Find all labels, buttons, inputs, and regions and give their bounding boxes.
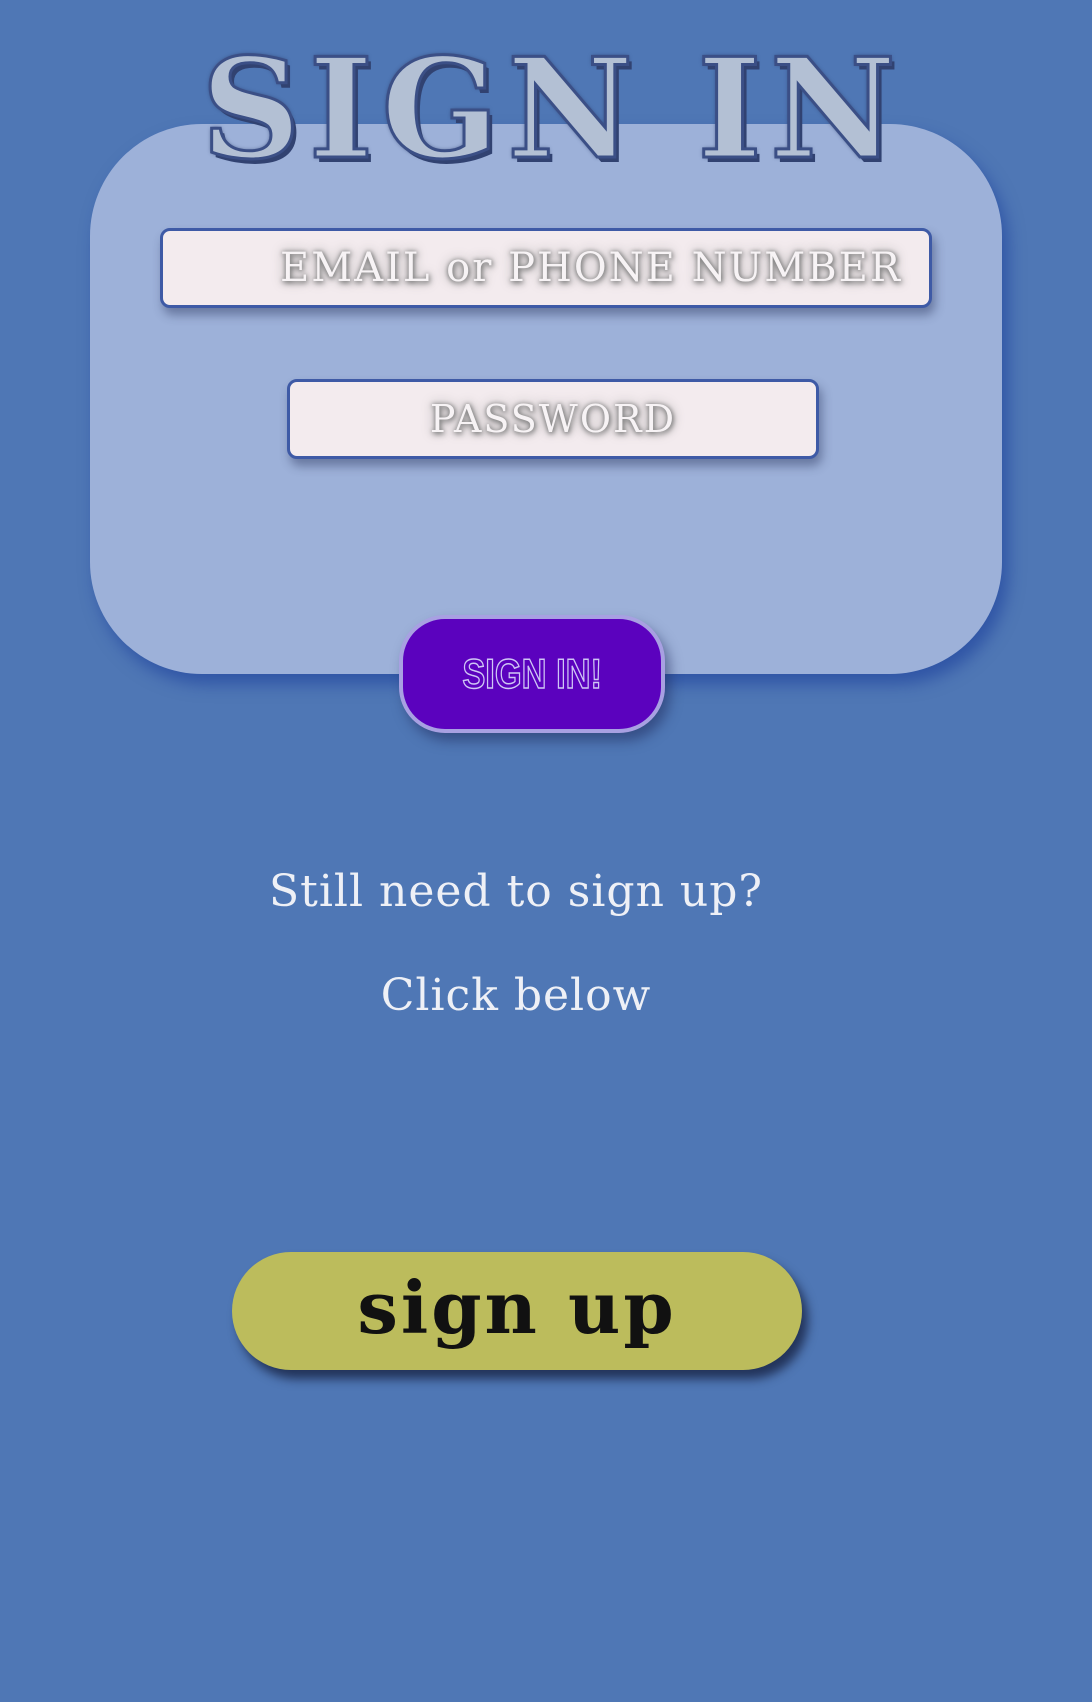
sign-up-button[interactable]: sign up	[232, 1252, 802, 1370]
email-field-placeholder: EMAIL or PHONE NUMBER	[280, 245, 902, 291]
signup-prompt-text: Still need to sign up?	[269, 866, 763, 917]
password-field[interactable]: PASSWORD	[287, 379, 819, 459]
page-title: SIGN IN	[200, 27, 904, 190]
sign-in-button[interactable]: SIGN IN!	[399, 615, 665, 733]
sign-in-button-label: SIGN IN!	[462, 649, 603, 698]
password-field-placeholder: PASSWORD	[429, 397, 677, 441]
sign-in-page: { "header": { "title": "SIGN IN" }, "for…	[0, 0, 1092, 1702]
email-field[interactable]: EMAIL or PHONE NUMBER	[160, 228, 932, 308]
signup-instruction-text: Click below	[380, 970, 652, 1021]
sign-up-button-label: sign up	[357, 1264, 677, 1350]
